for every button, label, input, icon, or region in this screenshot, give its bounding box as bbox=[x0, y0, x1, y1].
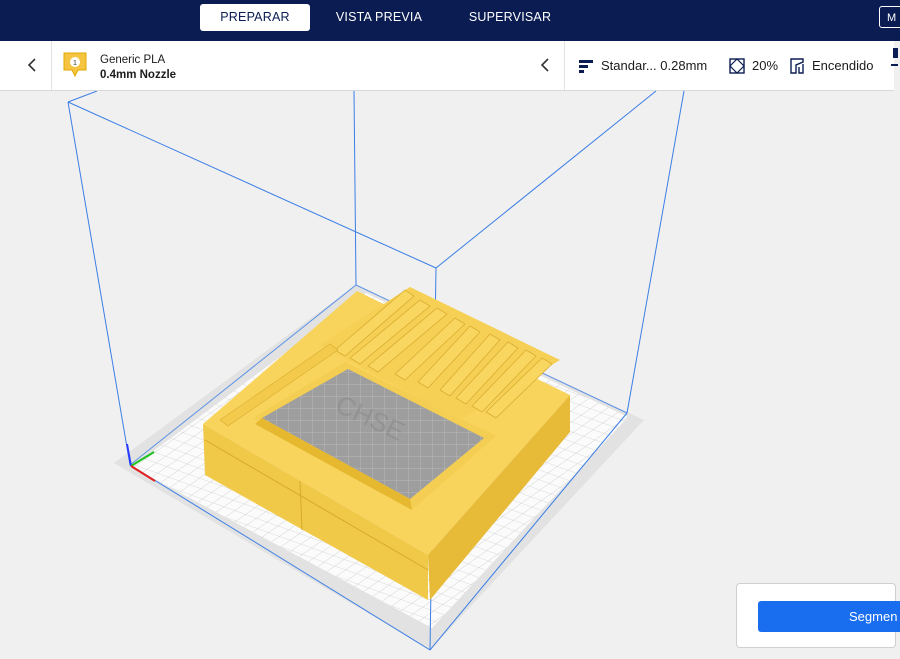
tab-monitor[interactable]: SUPERVISAR bbox=[459, 4, 561, 31]
chevron-left-icon[interactable] bbox=[24, 56, 42, 74]
marketplace-button[interactable]: M bbox=[879, 6, 900, 28]
slice-button[interactable]: Segmen bbox=[758, 601, 900, 632]
support-value: Encendido bbox=[812, 58, 874, 73]
slice-panel: Segmen bbox=[736, 583, 900, 648]
profile-label: Standar... 0.28mm bbox=[601, 58, 708, 73]
infill-icon bbox=[728, 57, 746, 75]
tab-prepare[interactable]: PREPARAR bbox=[200, 4, 310, 31]
support-icon bbox=[788, 57, 806, 75]
divider bbox=[51, 41, 52, 90]
top-header: PREPARAR VISTA PREVIA SUPERVISAR M bbox=[0, 0, 900, 41]
infill-value: 20% bbox=[752, 58, 779, 73]
nozzle-size: 0.4mm Nozzle bbox=[100, 69, 177, 81]
extruder-number: 1 bbox=[73, 60, 77, 67]
tab-preview[interactable]: VISTA PREVIA bbox=[323, 4, 435, 31]
material-name: Generic PLA bbox=[100, 54, 166, 66]
stage-bar: 1 Generic PLA 0.4mm Nozzle Standar... 0.… bbox=[0, 41, 894, 91]
chevron-left-icon[interactable] bbox=[537, 56, 555, 74]
extruder-badge-icon: 1 bbox=[63, 52, 87, 78]
scene-canvas: CHSE bbox=[67, 90, 685, 651]
divider bbox=[564, 41, 565, 90]
profile-icon bbox=[577, 57, 595, 75]
3d-viewport[interactable]: CHSE bbox=[0, 90, 900, 654]
